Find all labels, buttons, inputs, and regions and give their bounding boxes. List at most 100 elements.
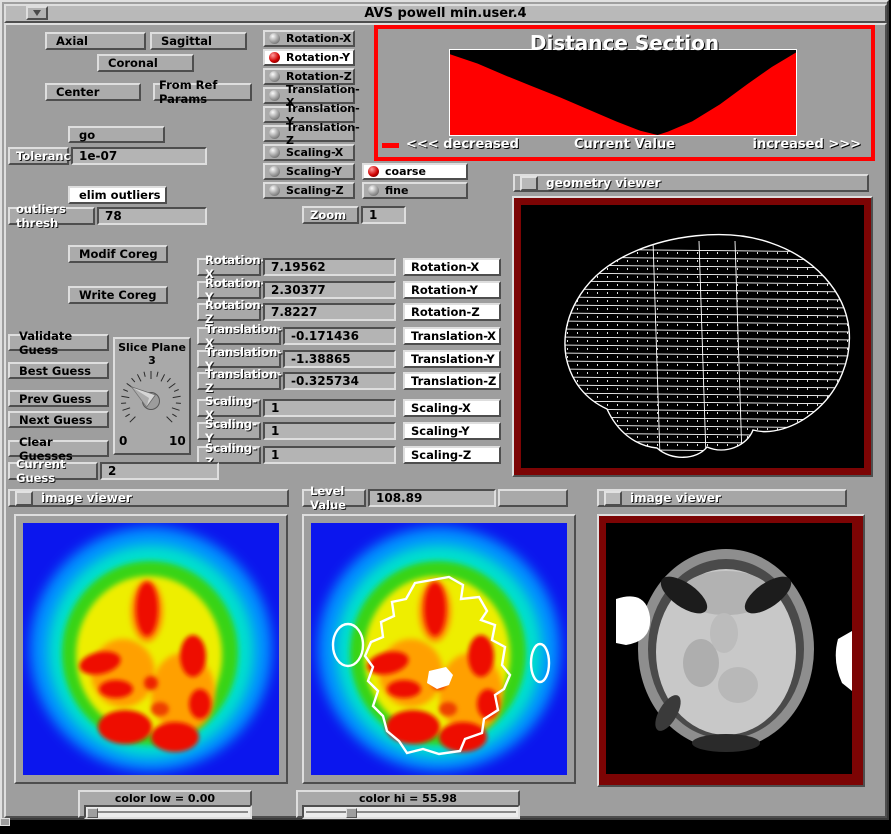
color-hi-slider[interactable]: color hi = 55.98 <box>296 790 520 818</box>
level-value-spacer <box>498 489 568 507</box>
image-viewer-left-titlebar[interactable]: image viewer <box>8 489 289 507</box>
go-button[interactable]: go <box>68 126 165 143</box>
pet-image[interactable] <box>23 523 279 775</box>
param-translation-y-label: Translation-Y <box>197 350 281 368</box>
elim-outliers-label: elim outliers <box>79 188 160 202</box>
sagittal-button[interactable]: Sagittal <box>150 32 247 50</box>
axial-button[interactable]: Axial <box>45 32 146 50</box>
distance-plot-canvas <box>450 50 796 135</box>
level-value-field[interactable]: 108.89 <box>368 489 496 507</box>
coronal-label: Coronal <box>108 56 158 70</box>
color-low-track[interactable] <box>84 805 252 819</box>
param-rotation-x-label: Rotation-X <box>197 258 261 276</box>
mri-image[interactable] <box>606 523 852 774</box>
slice-plane-dial-panel: Slice Plane 3 0 10 <box>113 337 191 455</box>
color-low-slider[interactable]: color low = 0.00 <box>78 790 252 818</box>
param-rotation-y-label: Rotation-Y <box>197 281 261 299</box>
color-hi-handle[interactable] <box>346 808 357 818</box>
param-rotation-z-label: Rotation-Z <box>197 303 261 321</box>
param-scaling-x-field[interactable]: 1 <box>263 399 396 417</box>
radio-scaling-z[interactable]: Scaling-Z <box>263 182 355 199</box>
radio-scaling-y[interactable]: Scaling-Y <box>263 163 355 180</box>
viewer-menu-icon[interactable] <box>520 176 538 191</box>
color-low-handle[interactable] <box>87 808 98 818</box>
param-translation-z-button[interactable]: Translation-Z <box>403 372 501 390</box>
geometry-viewer-title: geometry viewer <box>546 176 661 190</box>
radio-label: Scaling-Z <box>286 184 344 197</box>
window-resize-corner[interactable] <box>0 818 10 826</box>
best-guess-button[interactable]: Best Guess <box>8 362 109 379</box>
current-guess-label: Current Guess <box>8 462 98 480</box>
current-guess-field[interactable]: 2 <box>100 462 219 480</box>
radio-indicator-icon <box>269 185 280 196</box>
param-scaling-z-field[interactable]: 1 <box>263 446 396 464</box>
radio-label: Rotation-Z <box>286 70 352 83</box>
radio-indicator-icon <box>368 166 379 177</box>
radio-label: Rotation-Y <box>286 51 350 64</box>
from-ref-params-button[interactable]: From Ref Params <box>153 83 252 101</box>
modif-coreg-button[interactable]: Modif Coreg <box>68 245 168 263</box>
clear-guesses-button[interactable]: Clear Guesses <box>8 440 109 457</box>
write-coreg-button[interactable]: Write Coreg <box>68 286 168 304</box>
color-hi-track[interactable] <box>302 805 520 819</box>
prev-guess-button[interactable]: Prev Guess <box>8 390 109 407</box>
geometry-viewport[interactable] <box>521 205 864 468</box>
center-label: Center <box>56 85 99 99</box>
pet-contour-image[interactable] <box>311 523 567 775</box>
param-translation-y-button[interactable]: Translation-Y <box>403 350 501 368</box>
image-viewer-mid-frame <box>302 514 576 784</box>
param-rotation-y-button[interactable]: Rotation-Y <box>403 281 501 299</box>
geometry-viewer-titlebar[interactable]: geometry viewer <box>513 174 869 192</box>
radio-indicator-icon <box>269 71 280 82</box>
window-title: AVS powell min.user.4 <box>364 6 526 21</box>
param-translation-y-field[interactable]: -1.38865 <box>283 350 396 368</box>
dial-knob[interactable]: 0 10 <box>116 367 188 449</box>
title-bar[interactable]: AVS powell min.user.4 <box>4 4 887 23</box>
svg-text:0: 0 <box>119 434 127 448</box>
zoom-label: Zoom <box>302 206 359 224</box>
param-scaling-y-button[interactable]: Scaling-Y <box>403 422 501 440</box>
image-viewer-right-frame <box>597 514 865 787</box>
param-scaling-z-button[interactable]: Scaling-Z <box>403 446 501 464</box>
param-rotation-x-button[interactable]: Rotation-X <box>403 258 501 276</box>
next-guess-button[interactable]: Next Guess <box>8 411 109 428</box>
image-viewer-left-title: image viewer <box>41 491 132 505</box>
zoom-field[interactable]: 1 <box>361 206 406 224</box>
image-viewer-right-titlebar[interactable]: image viewer <box>597 489 847 507</box>
param-rotation-x-field[interactable]: 7.19562 <box>263 258 396 276</box>
write-coreg-label: Write Coreg <box>79 288 156 302</box>
window-menu-button[interactable] <box>26 6 48 20</box>
radio-label: coarse <box>385 165 426 178</box>
color-hi-label: color hi = 55.98 <box>298 792 518 805</box>
dial-value: 3 <box>115 354 189 367</box>
validate-guess-button[interactable]: Validate Guess <box>8 334 109 351</box>
geometry-viewer-frame <box>512 196 873 477</box>
param-scaling-x-button[interactable]: Scaling-X <box>403 399 501 417</box>
radio-indicator-icon <box>269 52 280 63</box>
coronal-button[interactable]: Coronal <box>97 54 194 72</box>
center-button[interactable]: Center <box>45 83 141 101</box>
param-rotation-z-button[interactable]: Rotation-Z <box>403 303 501 321</box>
radio-indicator-icon <box>269 166 280 177</box>
radio-coarse[interactable]: coarse <box>362 163 468 180</box>
param-translation-x-button[interactable]: Translation-X <box>403 327 501 345</box>
viewer-menu-icon[interactable] <box>15 491 33 506</box>
radio-scaling-x[interactable]: Scaling-X <box>263 144 355 161</box>
param-rotation-y-field[interactable]: 2.30377 <box>263 281 396 299</box>
radio-indicator-icon <box>269 128 280 139</box>
outliers-thresh-field[interactable]: 78 <box>97 207 207 225</box>
radio-fine[interactable]: fine <box>362 182 468 199</box>
param-scaling-y-field[interactable]: 1 <box>263 422 396 440</box>
param-translation-z-field[interactable]: -0.325734 <box>283 372 396 390</box>
tolerance-field[interactable]: 1e-07 <box>71 147 207 165</box>
distance-legend-increased: increased >>> <box>753 137 861 152</box>
radio-translation-z[interactable]: Translation-Z <box>263 125 355 142</box>
param-translation-x-field[interactable]: -0.171436 <box>283 327 396 345</box>
triangle-down-icon <box>33 10 41 16</box>
radio-rotation-x[interactable]: Rotation-X <box>263 30 355 47</box>
radio-indicator-icon <box>269 109 280 120</box>
param-rotation-z-field[interactable]: 7.8227 <box>263 303 396 321</box>
viewer-menu-icon[interactable] <box>604 491 622 506</box>
radio-indicator-icon <box>269 147 280 158</box>
radio-rotation-y[interactable]: Rotation-Y <box>263 49 355 66</box>
